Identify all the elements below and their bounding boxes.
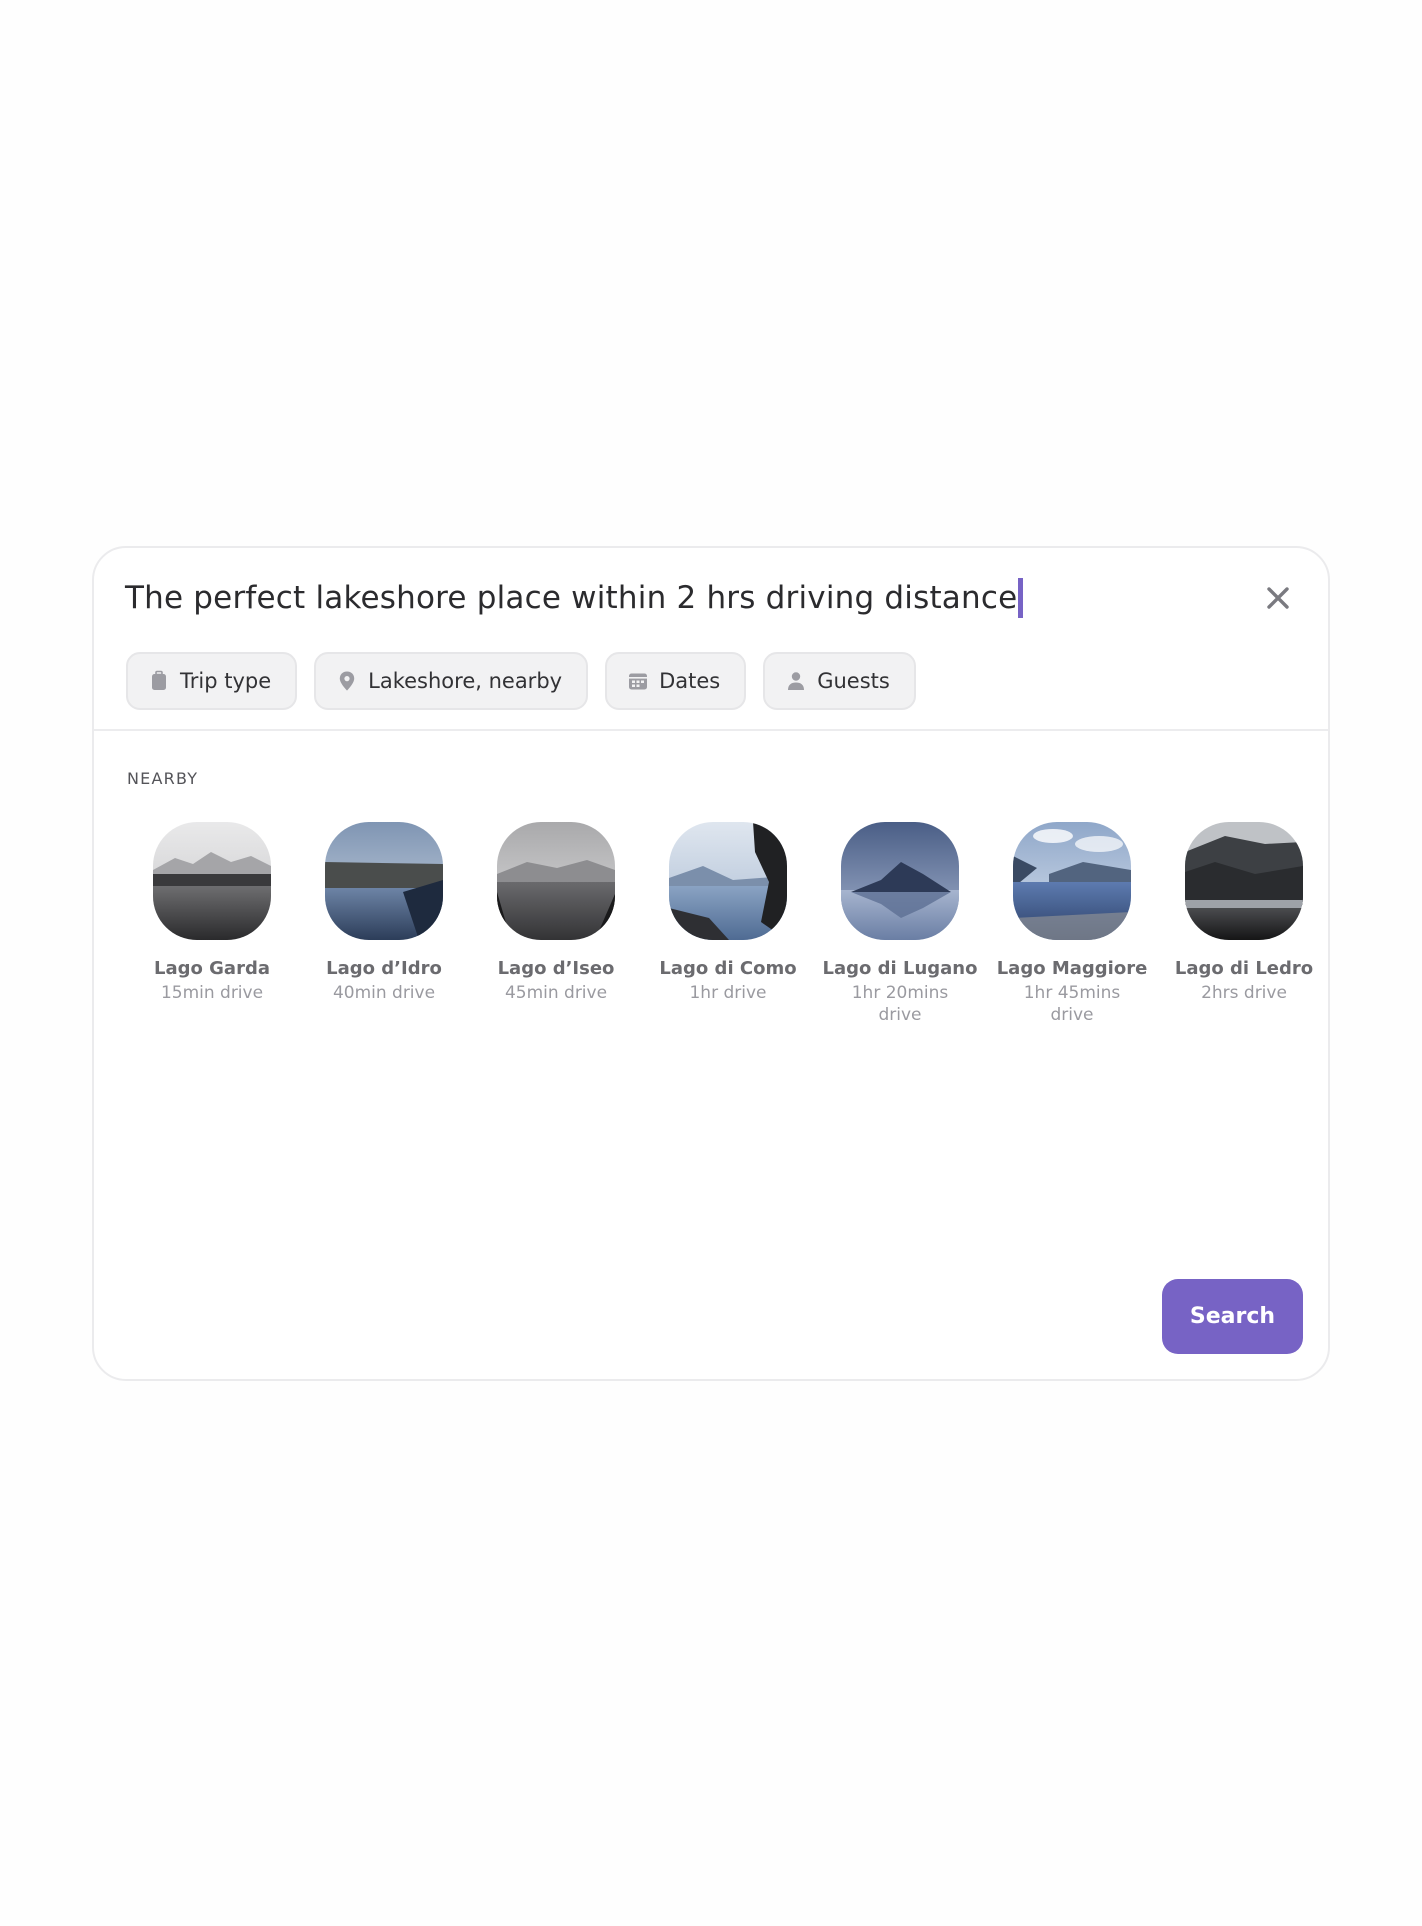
text-caret — [1018, 578, 1024, 618]
lake-photo — [497, 822, 615, 940]
place-name: Lago Garda — [154, 958, 270, 979]
place-distance: 1hr 45mins drive — [1023, 983, 1121, 1025]
search-query-input[interactable]: The perfect lakeshore place within 2 hrs… — [125, 578, 1024, 618]
place-name: Lago d’Iseo — [497, 958, 615, 979]
dates-label: Dates — [659, 669, 721, 693]
place-lago-didro[interactable]: Lago d’Idro 40min drive — [298, 822, 470, 1026]
filter-chips: Trip type Lakeshore, nearby Dates Guests — [126, 652, 916, 710]
place-distance: 2hrs drive — [1201, 983, 1287, 1003]
place-name: Lago d’Idro — [326, 958, 442, 979]
place-name: Lago di Ledro — [1174, 958, 1314, 979]
dates-chip[interactable]: Dates — [605, 652, 747, 710]
location-pin-icon — [339, 671, 355, 691]
nearby-heading: NEARBY — [127, 769, 199, 788]
lake-photo — [153, 822, 271, 940]
trip-type-label: Trip type — [180, 669, 272, 693]
place-name: Lago Maggiore — [996, 958, 1148, 979]
search-button[interactable]: Search — [1162, 1279, 1303, 1354]
lake-photo — [1013, 822, 1131, 940]
search-panel: The perfect lakeshore place within 2 hrs… — [92, 546, 1330, 1381]
luggage-icon — [152, 670, 166, 690]
place-distance: 45min drive — [504, 983, 608, 1003]
lake-photo — [841, 822, 959, 940]
search-query-text: The perfect lakeshore place within 2 hrs… — [125, 580, 1018, 616]
place-name: Lago di Como — [659, 958, 797, 979]
guests-label: Guests — [817, 669, 890, 693]
place-distance: 15min drive — [160, 983, 264, 1003]
lake-photo — [325, 822, 443, 940]
lake-photo — [1185, 822, 1303, 940]
place-distance: 1hr drive — [689, 983, 767, 1003]
place-distance: 40min drive — [332, 983, 436, 1003]
divider — [94, 729, 1328, 731]
nearby-places-list: Lago Garda 15min drive Lago d’Idro 40min… — [126, 822, 1330, 1026]
place-lago-maggiore[interactable]: Lago Maggiore 1hr 45mins drive — [986, 822, 1158, 1026]
person-icon — [788, 672, 805, 690]
trip-type-chip[interactable]: Trip type — [126, 652, 298, 710]
close-icon[interactable] — [1264, 584, 1292, 612]
guests-chip[interactable]: Guests — [763, 652, 916, 710]
place-name: Lago di Lugano — [822, 958, 978, 979]
place-lago-di-lugano[interactable]: Lago di Lugano 1hr 20mins drive — [814, 822, 986, 1026]
place-lago-diseo[interactable]: Lago d’Iseo 45min drive — [470, 822, 642, 1026]
place-distance: 1hr 20mins drive — [851, 983, 949, 1025]
place-lago-di-como[interactable]: Lago di Como 1hr drive — [642, 822, 814, 1026]
place-lago-di-ledro[interactable]: Lago di Ledro 2hrs drive — [1158, 822, 1330, 1026]
location-chip[interactable]: Lakeshore, nearby — [314, 652, 589, 710]
place-lago-garda[interactable]: Lago Garda 15min drive — [126, 822, 298, 1026]
calendar-icon — [629, 673, 648, 690]
location-label: Lakeshore, nearby — [368, 669, 563, 693]
lake-photo — [669, 822, 787, 940]
